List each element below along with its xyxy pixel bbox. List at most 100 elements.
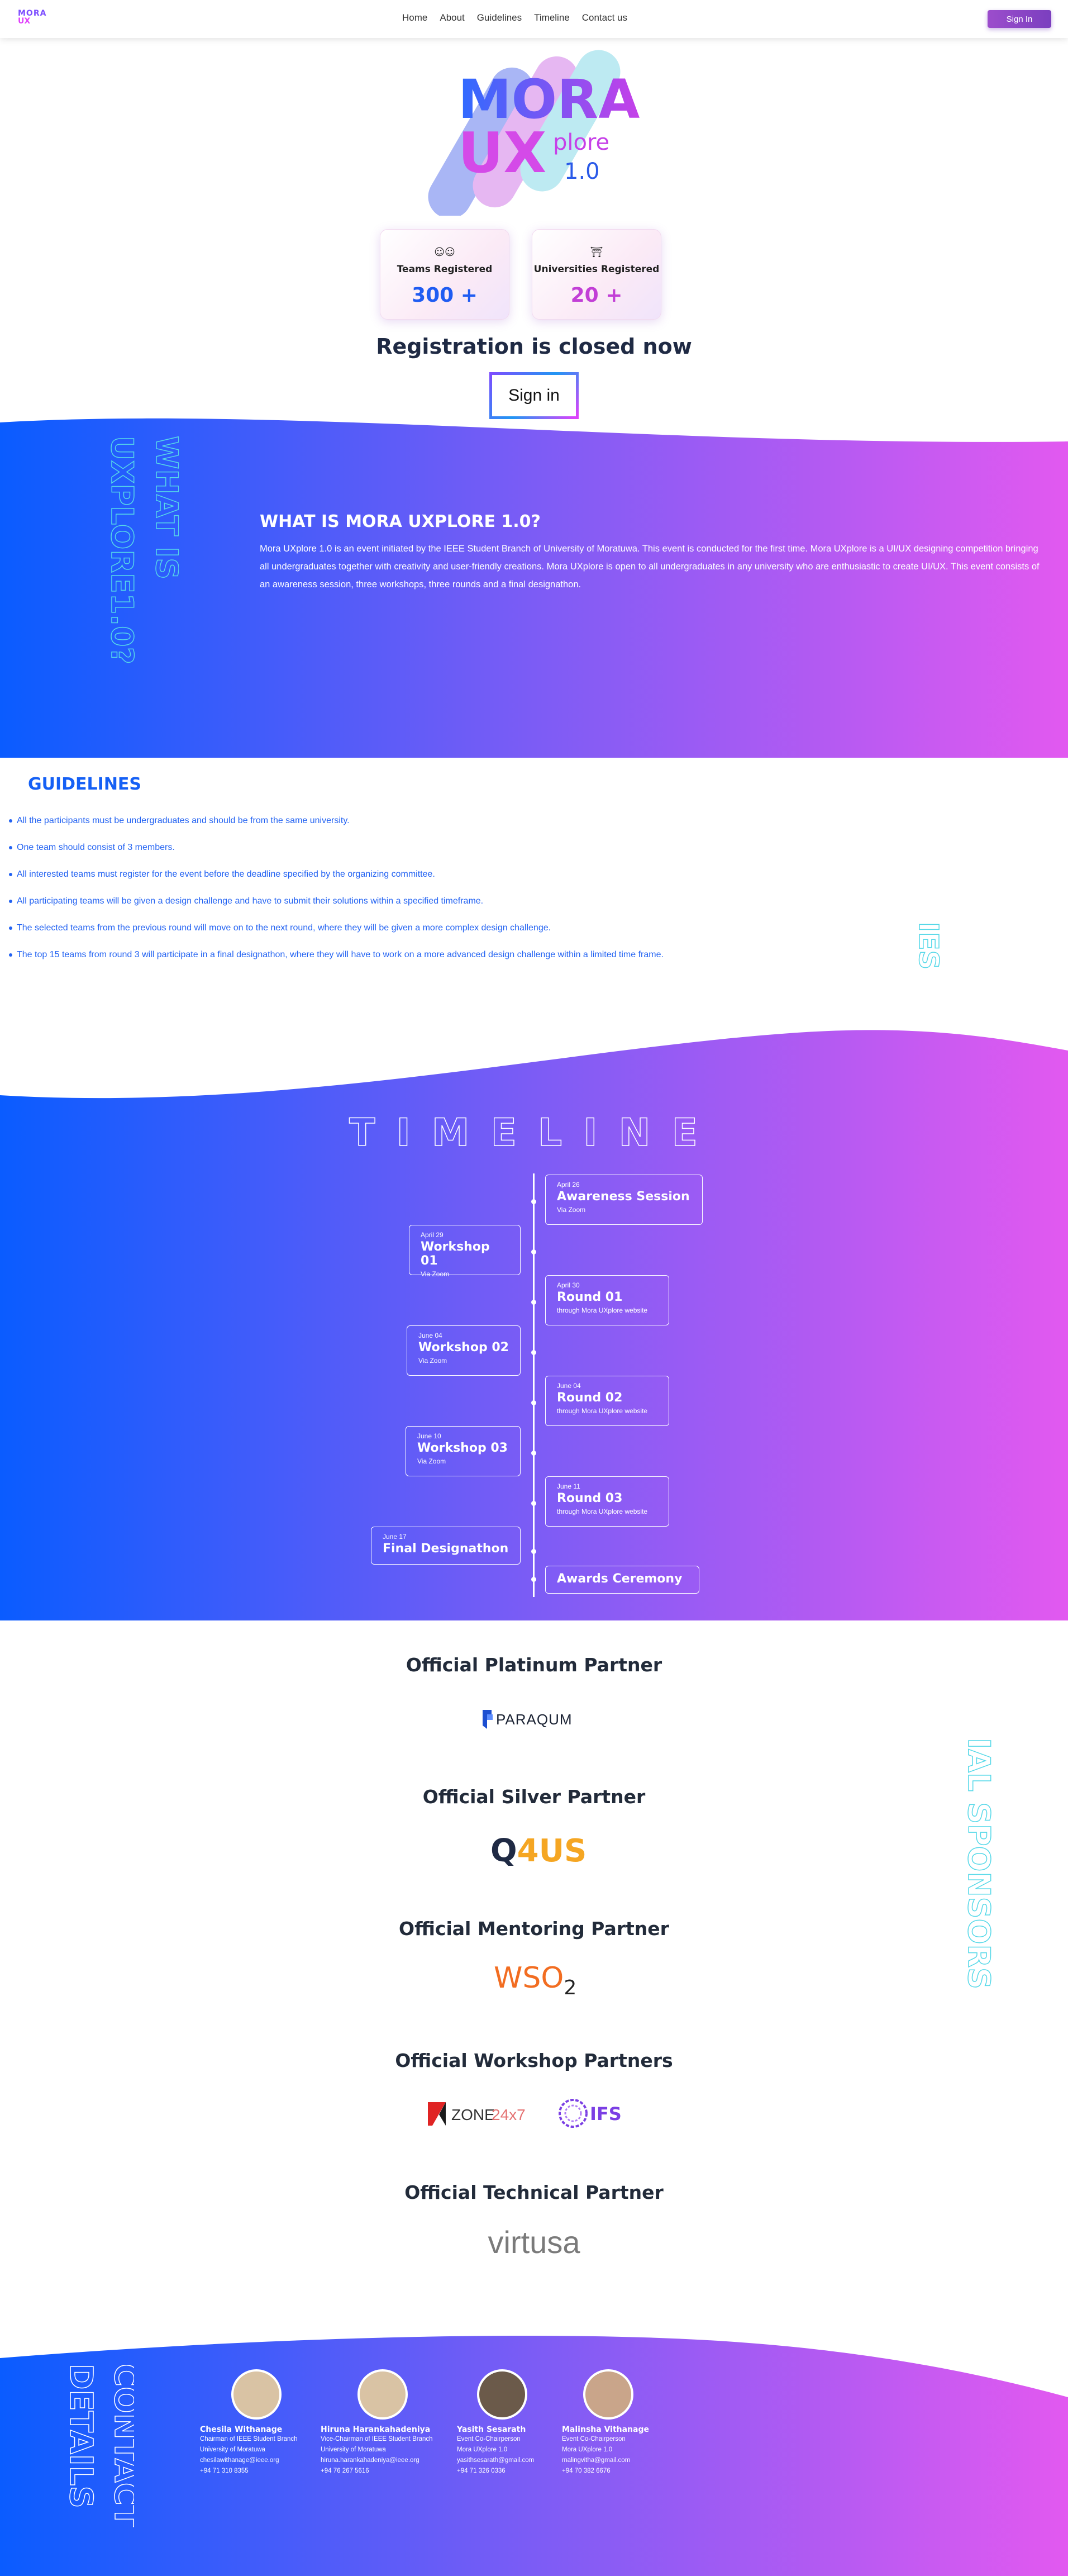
- guideline-item: The top 15 teams from round 3 will parti…: [9, 945, 664, 972]
- logo-version: 1.0: [564, 159, 600, 184]
- stat-card-universities: ⛩ Universities Registered 20 +: [532, 229, 661, 320]
- virtusa-logo[interactable]: virtusa: [478, 2224, 590, 2260]
- timeline-dot: [531, 1400, 536, 1405]
- workshop-partners-title: Official Workshop Partners: [395, 2050, 673, 2071]
- ifs-logo-text: IFS: [590, 2103, 622, 2125]
- stat-card-teams: ☺☺ Teams Registered 300 +: [380, 229, 509, 320]
- timeline-date: June 10: [417, 1432, 441, 1440]
- timeline-card-designathon: June 17 Final Designathon: [371, 1527, 521, 1565]
- registration-closed-text: Registration is closed now: [376, 334, 692, 359]
- university-icon: ⛩: [590, 246, 603, 258]
- nav-link-timeline[interactable]: Timeline: [534, 12, 570, 23]
- timeline-event-sub: through Mora UXplore website: [557, 1508, 648, 1515]
- avatar: [583, 2369, 633, 2420]
- stat-value-teams: 300 +: [412, 284, 478, 307]
- timeline-title: TIMELINE: [349, 1110, 719, 1156]
- stat-label-universities: Universities Registered: [533, 264, 660, 275]
- contact-name: Chesila Withanage: [200, 2425, 283, 2434]
- contact-phone[interactable]: +94 71 310 8355: [200, 2466, 328, 2477]
- avatar: [231, 2369, 282, 2420]
- logo-word-plore: plore: [553, 130, 609, 155]
- q4us-logo[interactable]: Q4US: [490, 1833, 587, 1869]
- logo-word-ux: UX: [458, 120, 546, 186]
- wso2-logo[interactable]: WSO2: [494, 1961, 578, 2000]
- q4us-logo-q: Q: [490, 1833, 517, 1869]
- paraqum-logo[interactable]: PARAQUM: [480, 1707, 588, 1732]
- ifs-logo[interactable]: IFS: [557, 2097, 628, 2130]
- guideline-item: All participating teams will be given a …: [9, 892, 664, 919]
- hero-logo: MORA UX plore 1.0: [428, 50, 640, 216]
- contact-name: Malinsha Vithanage: [562, 2425, 649, 2434]
- contact-card: Hiruna Harankahadeniya Vice-Chairman of …: [321, 2369, 449, 2477]
- timeline-event-sub: through Mora UXplore website: [557, 1306, 648, 1314]
- contact-email[interactable]: hiruna.harankahadeniya@ieee.org: [321, 2455, 449, 2466]
- nav-link-contact[interactable]: Contact us: [582, 12, 627, 23]
- q4us-logo-4us: 4US: [517, 1833, 587, 1869]
- what-body: Mora UXplore 1.0 is an event initiated b…: [260, 544, 1040, 590]
- hero-signin-button[interactable]: Sign in: [489, 372, 579, 419]
- timeline-card-workshop1: April 29 Workshop 01 Via Zoom: [409, 1225, 521, 1278]
- contact-role: Vice-Chairman of IEEE Student Branch: [321, 2436, 433, 2442]
- timeline-dot: [531, 1300, 536, 1305]
- timeline-date: April 30: [557, 1281, 580, 1289]
- timeline-event-title: Awareness Session: [557, 1190, 690, 1204]
- contact-role: Event Co-Chairperson: [562, 2436, 626, 2442]
- timeline-date: April 26: [557, 1181, 580, 1189]
- timeline-event-title: Workshop 02: [418, 1341, 509, 1354]
- contact-vertical-line1: CONTACT: [107, 2364, 134, 2527]
- wso2-logo-text: WSO: [494, 1961, 564, 1995]
- contact-org: University of Moratuwa: [200, 2446, 265, 2453]
- platinum-partner-title: Official Platinum Partner: [406, 1654, 662, 1676]
- what-vertical-line1: WHAT IS: [149, 436, 179, 579]
- sponsors-vertical-text: IAL SPONSORS: [961, 1738, 997, 1989]
- contact-email[interactable]: malingvitha@gmail.com: [562, 2455, 690, 2466]
- timeline-dot: [531, 1199, 536, 1204]
- what-vertical-heading: WHAT IS UXPLORE1.0?: [104, 436, 179, 665]
- contact-role: Chairman of IEEE Student Branch: [200, 2436, 298, 2442]
- technical-partner-title: Official Technical Partner: [404, 2181, 664, 2203]
- guideline-item: One team should consist of 3 members.: [9, 838, 664, 865]
- nav-logo[interactable]: MORA UX: [18, 9, 51, 30]
- timeline-event-sub: Via Zoom: [421, 1270, 450, 1278]
- timeline-event-sub: Via Zoom: [418, 1357, 447, 1365]
- wso2-logo-sub: 2: [564, 1976, 577, 1999]
- nav-link-home[interactable]: Home: [402, 12, 427, 23]
- timeline-card-workshop3: June 10 Workshop 03 Via Zoom: [406, 1426, 521, 1476]
- timeline-dot: [531, 1549, 536, 1554]
- timeline-card-workshop2: June 04 Workshop 02 Via Zoom: [407, 1325, 521, 1376]
- timeline-date: June 11: [557, 1482, 580, 1490]
- timeline-event-title: Round 01: [557, 1290, 623, 1304]
- stat-label-teams: Teams Registered: [397, 264, 493, 275]
- nav-link-about[interactable]: About: [440, 12, 464, 23]
- nav-signin-button[interactable]: Sign In: [988, 10, 1051, 28]
- contact-phone[interactable]: +94 76 267 5616: [321, 2466, 449, 2477]
- timeline-event-sub: through Mora UXplore website: [557, 1407, 648, 1415]
- contact-vertical-line2: DETAILS: [63, 2364, 99, 2508]
- guideline-item: The selected teams from the previous rou…: [9, 919, 664, 945]
- stat-value-universities: 20 +: [570, 284, 623, 307]
- timeline-card-awards: Awards Ceremony: [545, 1566, 699, 1594]
- timeline-event-title: Workshop 03: [417, 1441, 508, 1455]
- timeline-dot: [531, 1451, 536, 1456]
- what-vertical-line2: UXPLORE1.0?: [104, 436, 140, 664]
- contact-email[interactable]: chesilawithanage@ieee.org: [200, 2455, 328, 2466]
- timeline-card-round1: April 30 Round 01 through Mora UXplore w…: [545, 1275, 669, 1325]
- nav-logo-line2: UX: [18, 17, 31, 26]
- timeline-dot: [531, 1350, 536, 1355]
- timeline-event-sub: Via Zoom: [557, 1206, 586, 1214]
- contact-org: University of Moratuwa: [321, 2446, 386, 2453]
- contact-phone[interactable]: +94 70 382 6676: [562, 2466, 690, 2477]
- timeline-date: June 04: [557, 1382, 581, 1390]
- timeline-dot: [531, 1249, 536, 1254]
- timeline-dot: [531, 1577, 536, 1582]
- timeline-event-title: Awards Ceremony: [557, 1572, 683, 1586]
- guideline-item: All the participants must be undergradua…: [9, 811, 664, 838]
- avatar: [357, 2369, 408, 2420]
- zone24x7-logo[interactable]: ZONE 24x7: [427, 2099, 527, 2129]
- sponsors-vertical-heading: IAL SPONSORS: [961, 1738, 997, 1990]
- timeline-event-title: Workshop 01: [421, 1240, 490, 1268]
- nav-link-guidelines[interactable]: Guidelines: [477, 12, 522, 23]
- timeline-title-text: TIMELINE: [349, 1111, 719, 1155]
- guidelines-list: All the participants must be undergradua…: [9, 811, 664, 972]
- timeline-date: June 17: [383, 1533, 407, 1541]
